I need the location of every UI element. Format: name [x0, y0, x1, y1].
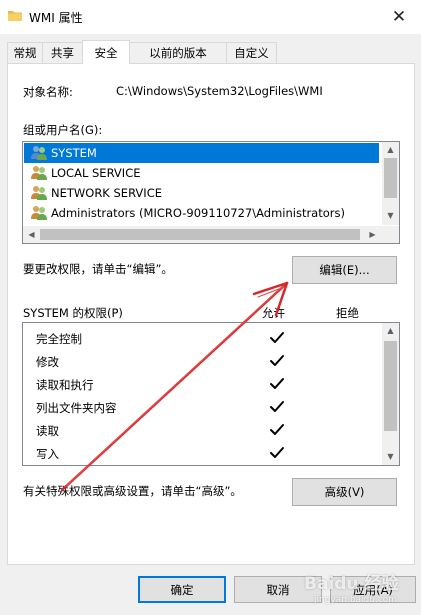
baidu-watermark: Baidu 经验 jingyan.baidu.com — [300, 567, 421, 615]
watermark-text: Baidu 经验 — [304, 574, 399, 594]
scroll-thumb[interactable] — [384, 158, 397, 198]
users-group-icon — [31, 166, 47, 180]
deny-check-icon — [341, 328, 365, 348]
tab-label: 自定义 — [234, 46, 269, 60]
advanced-button[interactable]: 高级(V) — [292, 478, 397, 506]
cancel-button-label: 取消 — [266, 582, 290, 597]
tab-sharing[interactable]: 共享 — [42, 42, 83, 63]
users-group-icon — [31, 206, 47, 220]
users-list[interactable]: SYSTEM LOCAL SERVICE NETWORK SERVICE Adm… — [22, 141, 400, 244]
close-button[interactable]: ✕ — [377, 0, 421, 34]
object-name-value: C:\Windows\System32\LogFiles\WMI — [116, 84, 323, 98]
deny-check-icon — [341, 374, 365, 394]
watermark-sub: jingyan.baidu.com — [314, 595, 398, 605]
permission-name: 修改 — [36, 355, 59, 369]
group-label: 组或用户名(G): — [23, 123, 103, 137]
permissions-scrollbar[interactable]: ▲ ▼ — [382, 323, 399, 465]
users-group-icon — [31, 146, 47, 160]
allow-check-icon — [265, 374, 289, 394]
permission-row: 写入 — [23, 442, 381, 465]
list-item[interactable]: LOCAL SERVICE — [24, 163, 379, 183]
close-icon: ✕ — [391, 7, 407, 27]
allow-header: 允许 — [262, 306, 285, 320]
deny-check-icon — [341, 443, 365, 463]
user-name: Administrators (MICRO-909110727\Administ… — [51, 206, 345, 220]
allow-check-icon — [265, 397, 289, 417]
deny-check-icon — [341, 351, 365, 371]
permission-row: 读取和执行 — [23, 373, 381, 396]
tab-general[interactable]: 常规 — [7, 42, 43, 63]
permissions-list: 完全控制修改读取和执行列出文件夹内容 读取写入 ▲ ▼ — [22, 322, 400, 466]
folder-icon — [8, 11, 22, 21]
scroll-up-icon[interactable]: ▲ — [382, 323, 399, 339]
permission-row: 列出文件夹内容 — [23, 396, 381, 419]
permission-row: 读取 — [23, 419, 381, 442]
edit-button[interactable]: 编辑(E)... — [292, 256, 397, 284]
deny-check-icon — [341, 397, 365, 417]
allow-check-icon — [265, 443, 289, 463]
permission-name: 写入 — [36, 447, 59, 461]
permissions-header: SYSTEM 的权限(P) — [23, 306, 123, 320]
object-name-label: 对象名称: — [23, 85, 73, 99]
scroll-left-icon[interactable]: ◀ — [23, 227, 40, 243]
scroll-down-icon[interactable]: ▼ — [382, 449, 399, 465]
scroll-thumb[interactable] — [40, 229, 360, 240]
title-bar: WMI 属性 ✕ — [0, 0, 421, 34]
window-title: WMI 属性 — [29, 11, 83, 25]
permission-name: 读取 — [36, 424, 59, 438]
tab-label: 以前的版本 — [149, 46, 207, 60]
user-name: LOCAL SERVICE — [51, 166, 141, 180]
users-vertical-scrollbar[interactable]: ▲ ▼ — [382, 142, 399, 225]
permission-name: 列出文件夹内容 — [36, 401, 117, 415]
user-name: NETWORK SERVICE — [51, 186, 162, 200]
users-group-icon — [31, 186, 47, 200]
tab-security[interactable]: 安全 — [82, 40, 130, 64]
user-name: SYSTEM — [51, 146, 97, 160]
tab-previous-versions[interactable]: 以前的版本 — [129, 42, 227, 63]
tab-customize[interactable]: 自定义 — [226, 42, 277, 63]
edit-button-label: 编辑(E)... — [319, 263, 370, 277]
advanced-button-label: 高级(V) — [324, 485, 365, 499]
permission-name: 读取和执行 — [36, 378, 94, 392]
list-item[interactable]: Administrators (MICRO-909110727\Administ… — [24, 203, 379, 223]
list-item[interactable]: SYSTEM — [24, 143, 379, 163]
scroll-up-icon[interactable]: ▲ — [382, 142, 399, 158]
list-item[interactable]: NETWORK SERVICE — [24, 183, 379, 203]
permission-row: 修改 — [23, 350, 381, 373]
allow-check-icon — [265, 420, 289, 440]
allow-check-icon — [265, 328, 289, 348]
ok-button-label: 确定 — [170, 582, 194, 597]
advanced-hint: 有关特殊权限或高级设置，请单击“高级”。 — [23, 484, 242, 498]
allow-check-icon — [265, 351, 289, 371]
tab-label: 常规 — [13, 46, 37, 60]
scroll-down-icon[interactable]: ▼ — [382, 208, 399, 224]
tab-label: 安全 — [94, 45, 118, 60]
scroll-right-icon[interactable]: ▶ — [364, 227, 381, 243]
users-horizontal-scrollbar[interactable]: ◀ ▶ — [23, 226, 399, 243]
permission-name: 完全控制 — [36, 332, 82, 346]
tab-label: 共享 — [51, 46, 74, 60]
permission-row: 完全控制 — [23, 327, 381, 350]
ok-button[interactable]: 确定 — [138, 576, 226, 603]
change-permissions-hint: 要更改权限，请单击“编辑”。 — [23, 262, 173, 276]
deny-check-icon — [341, 420, 365, 440]
deny-header: 拒绝 — [336, 306, 359, 320]
scroll-thumb[interactable] — [384, 341, 397, 431]
